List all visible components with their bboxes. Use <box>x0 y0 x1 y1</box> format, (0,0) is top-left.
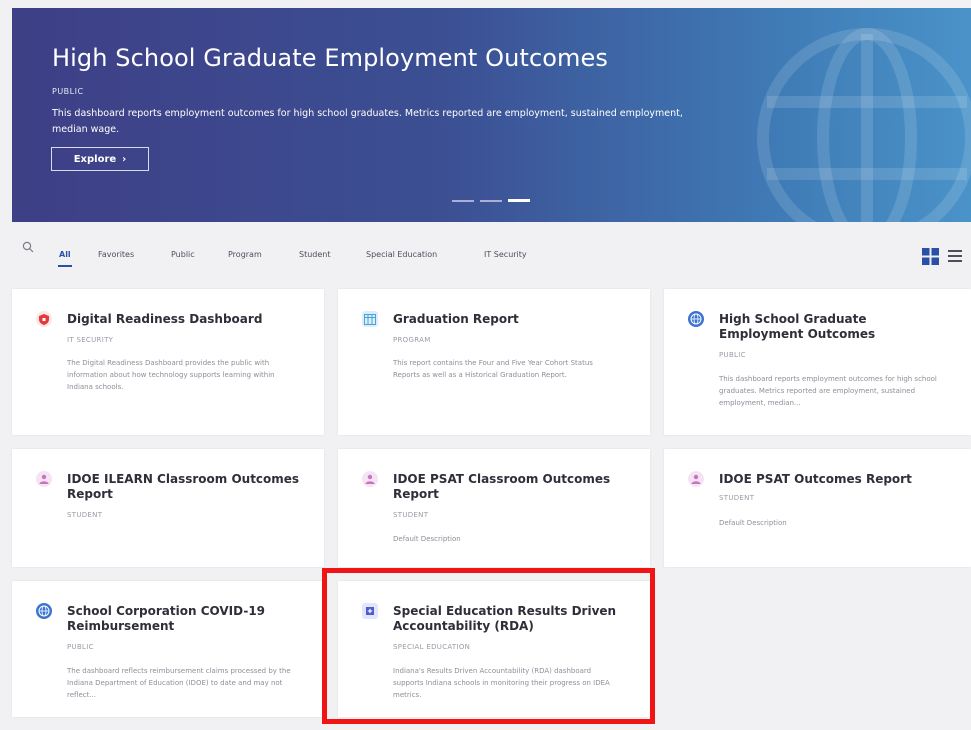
carousel-dot-1[interactable] <box>452 200 474 202</box>
explore-button[interactable]: Explore › <box>51 147 149 171</box>
hero-banner: High School Graduate Employment Outcomes… <box>12 8 971 222</box>
tab-public[interactable]: Public <box>171 250 195 259</box>
card-title: Graduation Report <box>393 312 519 326</box>
carousel-dot-3[interactable] <box>508 199 530 202</box>
card-digital-readiness-dashboard[interactable]: Digital Readiness Dashboard IT SECURITY … <box>12 289 324 435</box>
globe-watermark-icon <box>757 28 971 222</box>
card-graduation-report[interactable]: Graduation Report PROGRAM This report co… <box>338 289 650 435</box>
plus-square-icon <box>362 603 378 619</box>
user-icon <box>688 471 704 487</box>
card-title: IDOE PSAT Classroom Outcomes Report <box>393 472 611 501</box>
card-description: Indiana's Results Driven Accountability … <box>393 667 610 699</box>
card-description: This dashboard reports employment outcom… <box>719 375 937 407</box>
card-title: High School Graduate Employment Outcomes <box>719 312 876 341</box>
card-description: The dashboard reflects reimbursement cla… <box>67 667 291 699</box>
explore-button-label: Explore <box>73 153 117 165</box>
user-icon <box>362 471 378 487</box>
card-category: PUBLIC <box>67 643 94 651</box>
card-idoe-ilearn-classroom-outcomes-report[interactable]: IDOE ILEARN Classroom Outcomes Report ST… <box>12 449 324 567</box>
card-category: IT SECURITY <box>67 336 114 344</box>
globe-icon <box>36 603 52 619</box>
card-school-corporation-covid-19-reimbursement[interactable]: School Corporation COVID-19 Reimbursemen… <box>12 581 324 717</box>
hero-badge: PUBLIC <box>52 87 84 96</box>
tab-student[interactable]: Student <box>299 250 331 259</box>
card-title: Digital Readiness Dashboard <box>67 312 263 326</box>
table-icon <box>362 311 378 327</box>
carousel-indicators <box>452 199 530 202</box>
carousel-dot-2[interactable] <box>480 200 502 202</box>
tab-favorites[interactable]: Favorites <box>98 250 134 259</box>
tab-it-security[interactable]: IT Security <box>484 250 527 259</box>
card-category: PROGRAM <box>393 336 431 344</box>
tab-active-underline <box>58 265 72 267</box>
card-category: SPECIAL EDUCATION <box>393 643 471 651</box>
user-icon <box>36 471 52 487</box>
chevron-right-icon: › <box>122 153 127 165</box>
card-category: STUDENT <box>67 511 103 519</box>
filter-bar: All Favorites Public Program Student Spe… <box>0 238 971 268</box>
card-description: The Digital Readiness Dashboard provides… <box>67 359 275 391</box>
hero-description: This dashboard reports employment outcom… <box>52 108 683 135</box>
tab-program[interactable]: Program <box>228 250 262 259</box>
grid-view-icon[interactable] <box>922 248 939 265</box>
card-high-school-graduate-employment-outcomes[interactable]: High School Graduate Employment Outcomes… <box>664 289 971 435</box>
globe-icon <box>688 311 704 327</box>
card-idoe-psat-classroom-outcomes-report[interactable]: IDOE PSAT Classroom Outcomes Report STUD… <box>338 449 650 567</box>
card-description: Default Description <box>393 535 461 543</box>
card-title: Special Education Results Driven Account… <box>393 604 617 633</box>
search-icon[interactable] <box>22 241 34 253</box>
tab-all[interactable]: All <box>59 250 71 259</box>
card-category: STUDENT <box>719 494 755 502</box>
card-category: STUDENT <box>393 511 429 519</box>
card-title: IDOE PSAT Outcomes Report <box>719 472 912 486</box>
card-idoe-psat-outcomes-report[interactable]: IDOE PSAT Outcomes Report STUDENT Defaul… <box>664 449 971 567</box>
card-title: School Corporation COVID-19 Reimbursemen… <box>67 604 266 633</box>
card-title: IDOE ILEARN Classroom Outcomes Report <box>67 472 300 501</box>
card-description: Default Description <box>719 519 787 527</box>
list-view-icon[interactable] <box>948 249 962 263</box>
card-description: This report contains the Four and Five Y… <box>393 359 593 379</box>
card-special-education-results-driven-accountability[interactable]: Special Education Results Driven Account… <box>338 581 650 717</box>
hero-title: High School Graduate Employment Outcomes <box>52 44 608 72</box>
shield-icon <box>36 311 52 327</box>
tab-special-education[interactable]: Special Education <box>366 250 437 259</box>
card-category: PUBLIC <box>719 351 746 359</box>
